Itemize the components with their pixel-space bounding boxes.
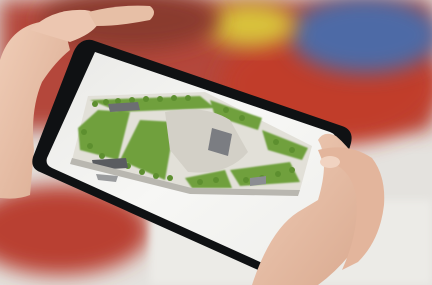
- photo-scene: [0, 0, 432, 285]
